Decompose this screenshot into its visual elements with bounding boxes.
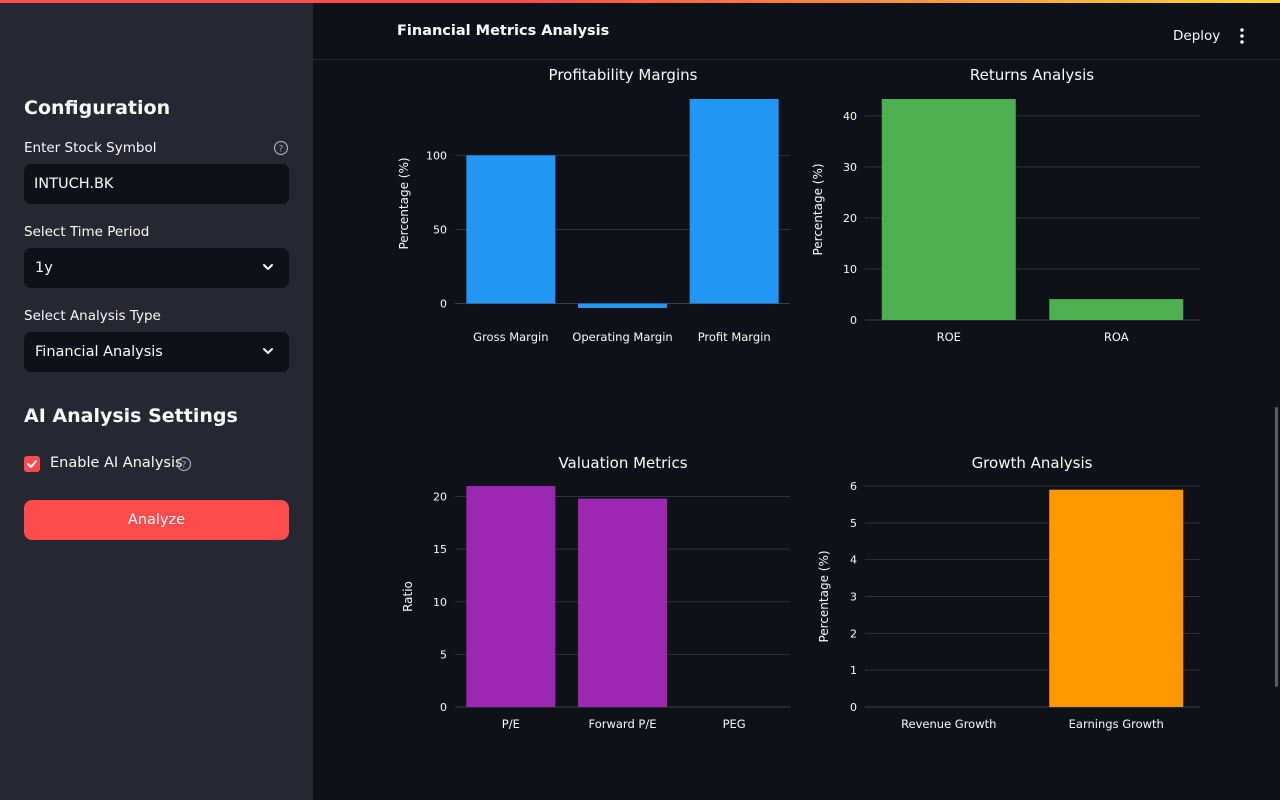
bar	[578, 498, 667, 707]
y-axis-label: Ratio	[401, 581, 415, 612]
y-tick-label: 50	[433, 223, 447, 236]
y-axis-label: Percentage (%)	[811, 163, 825, 255]
y-tick-label: 40	[843, 110, 857, 123]
y-tick-label: 15	[433, 543, 447, 556]
x-category-label: Gross Margin	[473, 330, 548, 344]
x-category-label: Operating Margin	[572, 330, 672, 344]
bar	[1049, 489, 1184, 707]
y-tick-label: 0	[440, 298, 447, 311]
chart-title: Returns Analysis	[970, 66, 1094, 84]
y-tick-label: 6	[850, 480, 857, 493]
y-tick-label: 0	[850, 314, 857, 327]
scrollbar[interactable]	[1275, 407, 1278, 687]
bar	[1049, 299, 1184, 320]
y-tick-label: 10	[433, 596, 447, 609]
bar	[881, 99, 1016, 320]
bar	[466, 486, 556, 707]
y-axis-label: Percentage (%)	[817, 550, 831, 642]
y-tick-label: 100	[426, 149, 447, 162]
y-tick-label: 20	[843, 212, 857, 225]
x-category-label: Earnings Growth	[1069, 717, 1164, 731]
bar	[689, 99, 779, 304]
y-tick-label: 20	[433, 491, 447, 504]
y-axis-label: Percentage (%)	[397, 157, 411, 249]
y-tick-label: 10	[843, 263, 857, 276]
x-category-label: ROA	[1104, 330, 1129, 344]
x-category-label: P/E	[502, 717, 520, 731]
y-tick-label: 0	[850, 701, 857, 714]
y-tick-label: 3	[850, 591, 857, 604]
y-tick-label: 5	[850, 517, 857, 530]
bar	[466, 155, 556, 304]
chart-title: Valuation Metrics	[558, 454, 687, 472]
y-tick-label: 5	[440, 648, 447, 661]
x-category-label: Forward P/E	[589, 717, 657, 731]
y-tick-label: 2	[850, 627, 857, 640]
top-decoration-bar	[0, 0, 1280, 3]
x-category-label: ROE	[937, 330, 961, 344]
y-tick-label: 30	[843, 161, 857, 174]
bar	[578, 303, 667, 308]
x-category-label: PEG	[723, 717, 746, 731]
x-category-label: Profit Margin	[698, 330, 771, 344]
y-tick-label: 4	[850, 554, 857, 567]
y-tick-label: 1	[850, 664, 857, 677]
chart-title: Growth Analysis	[972, 454, 1093, 472]
charts-area: 050100Gross Margin Operating Margin Profit…	[397, 66, 1200, 731]
y-tick-label: 0	[440, 701, 447, 714]
chart-title: Profitability Margins	[549, 66, 698, 84]
x-category-label: Revenue Growth	[901, 717, 996, 731]
